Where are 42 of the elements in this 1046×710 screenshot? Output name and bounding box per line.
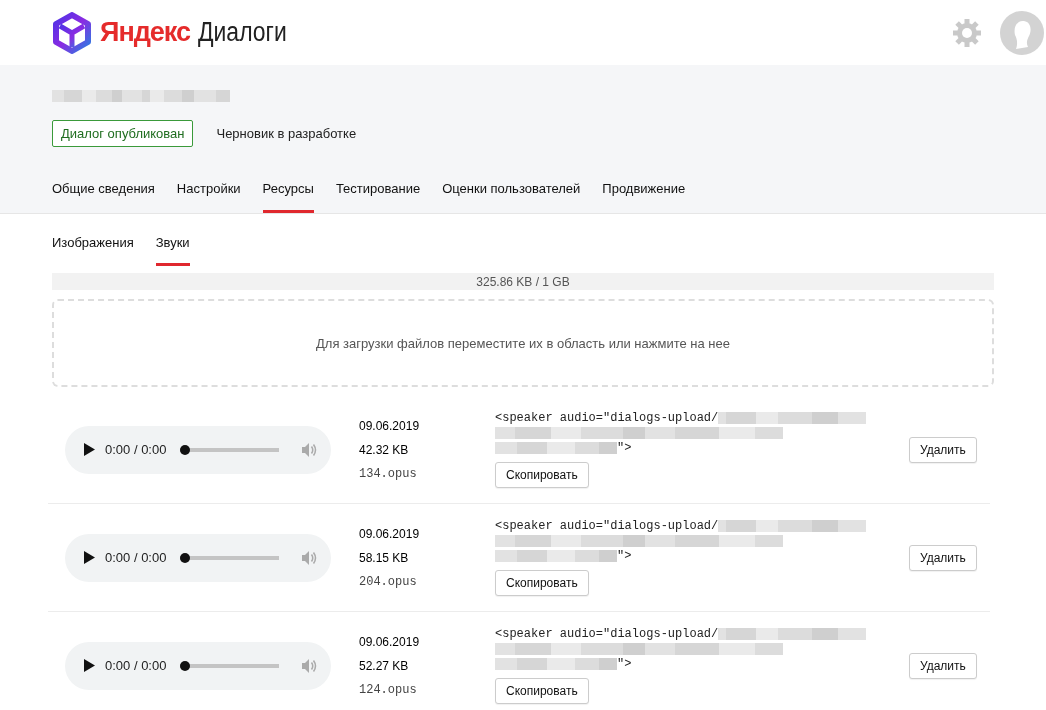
speaker-code: "> bbox=[617, 656, 632, 671]
upload-date: 09.06.2019 bbox=[359, 526, 421, 541]
storage-usage: 325.86 KB / 1 GB bbox=[476, 274, 570, 289]
nav-tab[interactable]: Общие сведения bbox=[52, 181, 155, 213]
delete-button[interactable]: Удалить bbox=[909, 436, 977, 463]
delete-button[interactable]: Удалить bbox=[909, 544, 977, 571]
published-status-badge[interactable]: Диалог опубликован bbox=[52, 120, 194, 147]
resource-tab[interactable]: Звуки bbox=[155, 235, 190, 266]
copy-button[interactable]: Скопировать bbox=[495, 462, 589, 488]
nav-tab[interactable]: Тестирование bbox=[335, 181, 421, 213]
file-name: 204.opus bbox=[359, 574, 418, 589]
nav-tab[interactable]: Продвижение bbox=[602, 181, 686, 213]
nav-tab[interactable]: Ресурсы bbox=[262, 181, 314, 213]
speaker-code: <speaker audio="dialogs-upload/ bbox=[495, 518, 719, 533]
playback-time: 0:00 / 0:00 bbox=[105, 550, 167, 565]
speaker-code: "> bbox=[617, 440, 632, 455]
speaker-code: "> bbox=[617, 548, 632, 563]
file-name: 134.opus bbox=[359, 466, 418, 481]
delete-button[interactable]: Удалить bbox=[909, 652, 977, 679]
draft-status-link[interactable]: Черновик в разработке bbox=[207, 120, 366, 147]
playback-time: 0:00 / 0:00 bbox=[105, 658, 167, 673]
file-size: 58.15 KB bbox=[359, 550, 410, 565]
file-size: 52.27 KB bbox=[359, 658, 410, 673]
playback-time: 0:00 / 0:00 bbox=[105, 442, 167, 457]
copy-button[interactable]: Скопировать bbox=[495, 678, 589, 704]
play-icon[interactable] bbox=[84, 551, 95, 564]
upload-date: 09.06.2019 bbox=[359, 634, 421, 649]
nav-tab[interactable]: Оценки пользователей bbox=[442, 181, 581, 213]
speaker-code: <speaker audio="dialogs-upload/ bbox=[495, 626, 719, 641]
nav-tab[interactable]: Настройки bbox=[176, 181, 241, 213]
resource-tab[interactable]: Изображения bbox=[52, 235, 134, 266]
logo-brand: Яндекс bbox=[100, 17, 191, 48]
speaker-code: <speaker audio="dialogs-upload/ bbox=[495, 410, 719, 425]
logo-product: Диалоги bbox=[198, 17, 287, 48]
play-icon[interactable] bbox=[84, 443, 95, 456]
file-dropzone[interactable]: Для загрузки файлов переместите их в область или нажмите на нее bbox=[52, 299, 994, 387]
play-icon[interactable] bbox=[84, 659, 95, 672]
copy-button[interactable]: Скопировать bbox=[495, 570, 589, 596]
file-name: 124.opus bbox=[359, 682, 418, 697]
upload-date: 09.06.2019 bbox=[359, 418, 421, 433]
cube-logo-icon bbox=[52, 11, 92, 54]
file-size: 42.32 KB bbox=[359, 442, 410, 457]
